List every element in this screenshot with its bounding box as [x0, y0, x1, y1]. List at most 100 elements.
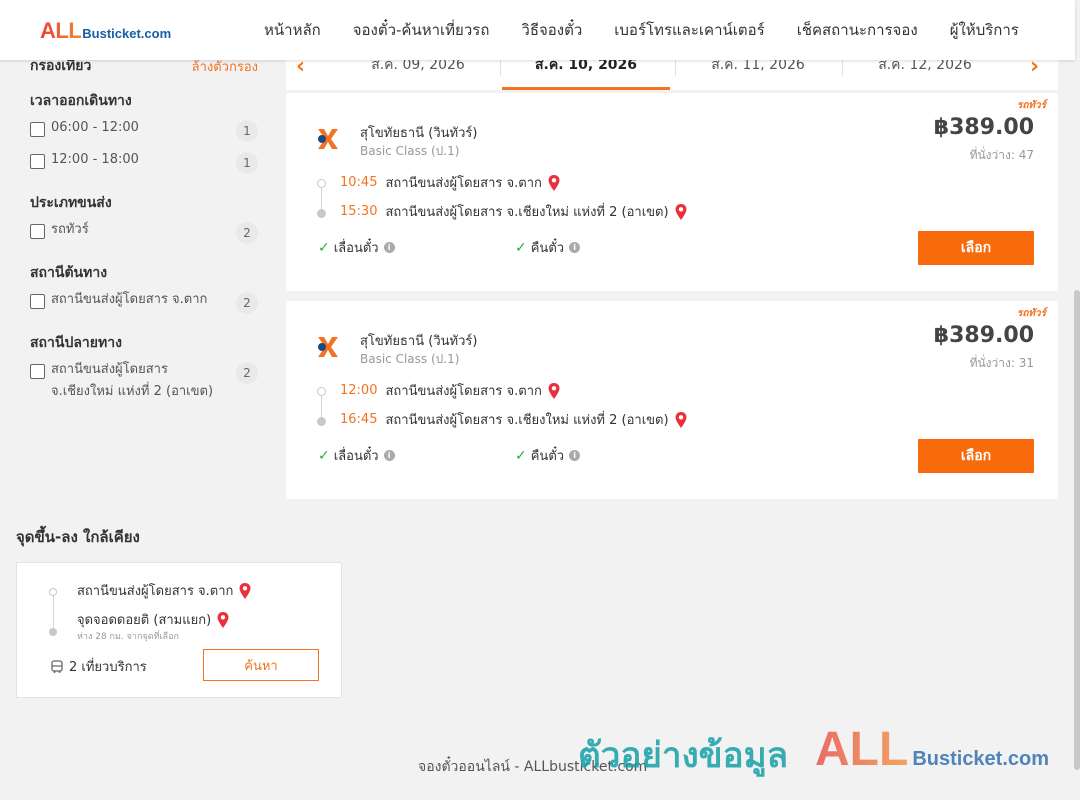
- seat-class: Basic Class (ป.1): [360, 144, 460, 158]
- nearby-from-label: สถานีขนส่งผู้โดยสาร จ.ตาก: [77, 584, 234, 599]
- nearby-stops-card: สถานีขนส่งผู้โดยสาร จ.ตาก จุดจอดดอยติ (ส…: [16, 562, 342, 698]
- feature-label: คืนตั๋ว: [530, 241, 565, 256]
- option-label-line-2: จ.เชียงใหม่ แห่งที่ 2 (อาเขต): [51, 384, 214, 399]
- check-icon: ✓: [318, 239, 330, 256]
- logo-busticket-text: Busticket.com: [82, 26, 172, 41]
- count-badge: 1: [236, 120, 258, 142]
- count-badge: 2: [236, 362, 258, 384]
- vehicle-tag: รถทัวร์: [1016, 100, 1046, 111]
- scrollbar-thumb[interactable]: [1074, 290, 1080, 770]
- nearby-from-stop: สถานีขนส่งผู้โดยสาร จ.ตาก: [77, 580, 252, 601]
- option-label-line-1: สถานีขนส่งผู้โดยสาร: [51, 362, 168, 377]
- logo-all-text: ALL: [40, 18, 82, 43]
- count-badge: 1: [236, 152, 258, 174]
- select-trip-button[interactable]: เลือก: [918, 439, 1034, 473]
- nav-home[interactable]: หน้าหลัก: [248, 18, 337, 42]
- arrival-stop: 15:30 สถานีขนส่งผู้โดยสาร จ.เชียงใหม่ แห…: [340, 201, 688, 222]
- departure-stop: 10:45 สถานีขนส่งผู้โดยสาร จ.ตาก: [340, 172, 561, 193]
- destination-station-heading: สถานีปลายทาง: [30, 335, 122, 351]
- watermark-logo: ALL Busticket.com: [815, 722, 1049, 777]
- departure-time: 10:45: [340, 175, 378, 190]
- top-header: ALL Busticket.com หน้าหลัก จองตั๋ว-ค้นหา…: [0, 0, 1075, 60]
- map-pin-icon[interactable]: [547, 382, 561, 400]
- trip-card: รถทัวร์ สุโขทัยธานี (วินทัวร์) Basic Cla…: [286, 301, 1058, 499]
- option-label: 12:00 - 18:00: [51, 152, 139, 167]
- info-icon[interactable]: i: [569, 450, 581, 461]
- feature-label: คืนตั๋ว: [530, 449, 565, 464]
- nearby-to-label: จุดจอดดอยติ (สามแยก): [77, 613, 212, 628]
- checkbox[interactable]: [30, 154, 45, 169]
- site-logo[interactable]: ALL Busticket.com: [40, 18, 171, 44]
- origin-dot-icon: [49, 588, 57, 596]
- map-pin-icon[interactable]: [238, 582, 252, 600]
- checkbox[interactable]: [30, 122, 45, 137]
- filter-option-destination[interactable]: สถานีขนส่งผู้โดยสารจ.เชียงใหม่ แห่งที่ 2…: [30, 362, 258, 403]
- refund-feature: ✓ คืนตั๋ว i: [515, 237, 581, 258]
- check-icon: ✓: [515, 239, 527, 256]
- origin-station-heading: สถานีต้นทาง: [30, 265, 108, 281]
- filter-sidebar: กรองเที่ยว ล้างตัวกรอง เวลาออกเดินทาง 06…: [30, 56, 258, 413]
- map-pin-icon[interactable]: [674, 411, 688, 429]
- map-pin-icon[interactable]: [216, 611, 230, 629]
- watermark-logo-busticket: Busticket.com: [912, 748, 1050, 770]
- filter-option-origin[interactable]: สถานีขนส่งผู้โดยสาร จ.ตาก 2: [30, 292, 258, 314]
- seats-available: ที่นั่งว่าง: 47: [969, 148, 1034, 162]
- arrival-time: 15:30: [340, 204, 378, 219]
- filter-option-afternoon[interactable]: 12:00 - 18:00 1: [30, 152, 258, 174]
- refund-feature: ✓ คืนตั๋ว i: [515, 445, 581, 466]
- filter-option-morning[interactable]: 06:00 - 12:00 1: [30, 120, 258, 142]
- operator-logo-icon: [318, 129, 338, 149]
- destination-dot-icon: [317, 209, 326, 218]
- option-label: รถทัวร์: [51, 222, 89, 237]
- page-scrollbar[interactable]: [1074, 0, 1080, 800]
- watermark-logo-all: ALL: [815, 723, 909, 776]
- checkbox[interactable]: [30, 364, 45, 379]
- nearby-to-stop: จุดจอดดอยติ (สามแยก): [77, 609, 230, 630]
- seats-available: ที่นั่งว่าง: 31: [969, 356, 1034, 370]
- route-line: [53, 596, 54, 628]
- reschedule-feature: ✓ เลื่อนตั๋ว i: [318, 445, 395, 466]
- ticket-price: ฿389.00: [933, 323, 1034, 348]
- select-trip-button[interactable]: เลือก: [918, 231, 1034, 265]
- option-label: สถานีขนส่งผู้โดยสารจ.เชียงใหม่ แห่งที่ 2…: [51, 359, 213, 403]
- main-nav: หน้าหลัก จองตั๋ว-ค้นหาเที่ยวรถ วิธีจองตั…: [248, 0, 1035, 60]
- arrival-time: 16:45: [340, 412, 378, 427]
- nav-check-booking[interactable]: เช็คสถานะการจอง: [781, 18, 934, 42]
- arrival-stop: 16:45 สถานีขนส่งผู้โดยสาร จ.เชียงใหม่ แห…: [340, 409, 688, 430]
- check-icon: ✓: [318, 447, 330, 464]
- nav-contacts[interactable]: เบอร์โทรและเคาน์เตอร์: [598, 18, 780, 42]
- destination-dot-icon: [49, 628, 57, 636]
- departure-time-heading: เวลาออกเดินทาง: [30, 93, 132, 109]
- arrival-station: สถานีขนส่งผู้โดยสาร จ.เชียงใหม่ แห่งที่ …: [385, 205, 669, 220]
- seat-class: Basic Class (ป.1): [360, 352, 460, 366]
- departure-station: สถานีขนส่งผู้โดยสาร จ.ตาก: [385, 384, 542, 399]
- ticket-price: ฿389.00: [933, 115, 1034, 140]
- count-badge: 2: [236, 222, 258, 244]
- checkbox[interactable]: [30, 294, 45, 309]
- map-pin-icon[interactable]: [674, 203, 688, 221]
- info-icon[interactable]: i: [569, 242, 581, 253]
- checkbox[interactable]: [30, 224, 45, 239]
- watermark-text: ตัวอย่างข้อมูล: [578, 736, 789, 776]
- departure-time: 12:00: [340, 383, 378, 398]
- feature-label: เลื่อนตั๋ว: [333, 449, 379, 464]
- option-label: สถานีขนส่งผู้โดยสาร จ.ตาก: [51, 292, 208, 307]
- nearby-trip-count: 2 เที่ยวบริการ: [50, 656, 147, 677]
- info-icon[interactable]: i: [383, 450, 395, 461]
- reschedule-feature: ✓ เลื่อนตั๋ว i: [318, 237, 395, 258]
- operator-logo-icon: [318, 337, 338, 357]
- trip-count-label: 2 เที่ยวบริการ: [69, 660, 147, 675]
- nav-book-search[interactable]: จองตั๋ว-ค้นหาเที่ยวรถ: [337, 18, 506, 42]
- departure-stop: 12:00 สถานีขนส่งผู้โดยสาร จ.ตาก: [340, 380, 561, 401]
- departure-station: สถานีขนส่งผู้โดยสาร จ.ตาก: [385, 176, 542, 191]
- count-badge: 2: [236, 292, 258, 314]
- info-icon[interactable]: i: [383, 242, 395, 253]
- nearby-search-button[interactable]: ค้นหา: [203, 649, 319, 681]
- option-label: 06:00 - 12:00: [51, 120, 139, 135]
- map-pin-icon[interactable]: [547, 174, 561, 192]
- nav-operators[interactable]: ผู้ให้บริการ: [934, 18, 1035, 42]
- operator-name: สุโขทัยธานี (วินทัวร์): [360, 126, 478, 141]
- filter-option-bus[interactable]: รถทัวร์ 2: [30, 222, 258, 244]
- nav-how-to-book[interactable]: วิธีจองตั๋ว: [505, 18, 598, 42]
- nearby-stops-heading: จุดขึ้น-ลง ใกล้เคียง: [16, 528, 140, 546]
